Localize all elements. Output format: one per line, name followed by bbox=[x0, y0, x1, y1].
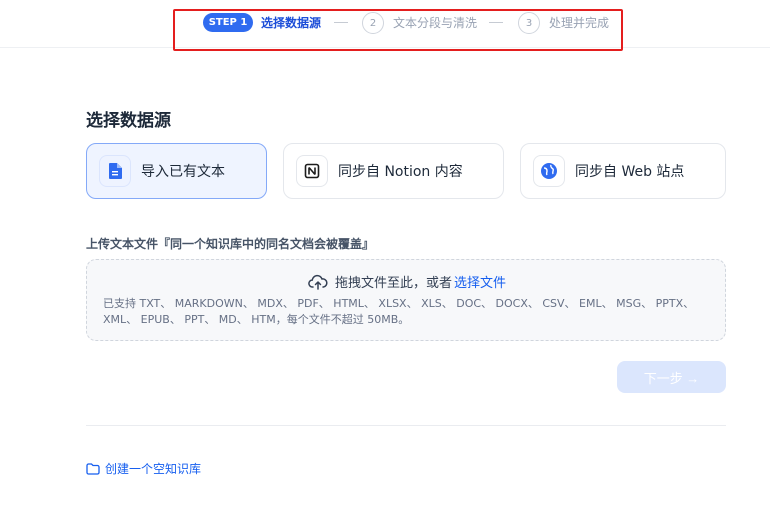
document-icon bbox=[99, 155, 131, 187]
source-option-web[interactable]: 同步自 Web 站点 bbox=[520, 143, 726, 199]
source-option-label: 同步自 Web 站点 bbox=[575, 164, 685, 180]
web-globe-icon bbox=[533, 155, 565, 187]
file-dropzone[interactable]: 拖拽文件至此，或者 选择文件 已支持 TXT、 MARKDOWN、 MDX、 P… bbox=[86, 259, 726, 341]
step1-badge: STEP 1 bbox=[203, 13, 253, 32]
step3-number: 3 bbox=[518, 12, 540, 34]
step-separator bbox=[334, 22, 348, 23]
step-separator bbox=[489, 22, 503, 23]
cloud-upload-icon bbox=[308, 274, 328, 290]
supported-formats-text: 已支持 TXT、 MARKDOWN、 MDX、 PDF、 HTML、 XLSX、… bbox=[103, 297, 695, 326]
source-option-notion[interactable]: 同步自 Notion 内容 bbox=[283, 143, 504, 199]
source-option-label: 导入已有文本 bbox=[141, 164, 225, 180]
notion-icon bbox=[296, 155, 328, 187]
page-title: 选择数据源 bbox=[86, 111, 171, 131]
step2-label: 文本分段与清洗 bbox=[393, 16, 478, 30]
create-empty-knowledge-link[interactable]: 创建一个空知识库 bbox=[86, 460, 201, 477]
divider bbox=[86, 425, 726, 426]
upload-section-title: 上传文本文件『同一个知识库中的同名文档会被覆盖』 bbox=[86, 237, 375, 251]
dropzone-text: 拖拽文件至此，或者 bbox=[334, 276, 452, 291]
step1-label: 选择数据源 bbox=[261, 16, 322, 30]
select-file-link[interactable]: 选择文件 bbox=[454, 272, 506, 291]
create-empty-label: 创建一个空知识库 bbox=[105, 462, 202, 476]
next-step-button[interactable]: 下一步 → bbox=[617, 361, 726, 393]
dropzone-prompt: 拖拽文件至此，或者 选择文件 bbox=[87, 272, 727, 291]
step3-label: 处理并完成 bbox=[549, 16, 610, 30]
source-option-label: 同步自 Notion 内容 bbox=[338, 164, 463, 180]
source-option-import-text[interactable]: 导入已有文本 bbox=[86, 143, 267, 199]
folder-icon bbox=[86, 462, 100, 475]
step2-number: 2 bbox=[362, 12, 384, 34]
